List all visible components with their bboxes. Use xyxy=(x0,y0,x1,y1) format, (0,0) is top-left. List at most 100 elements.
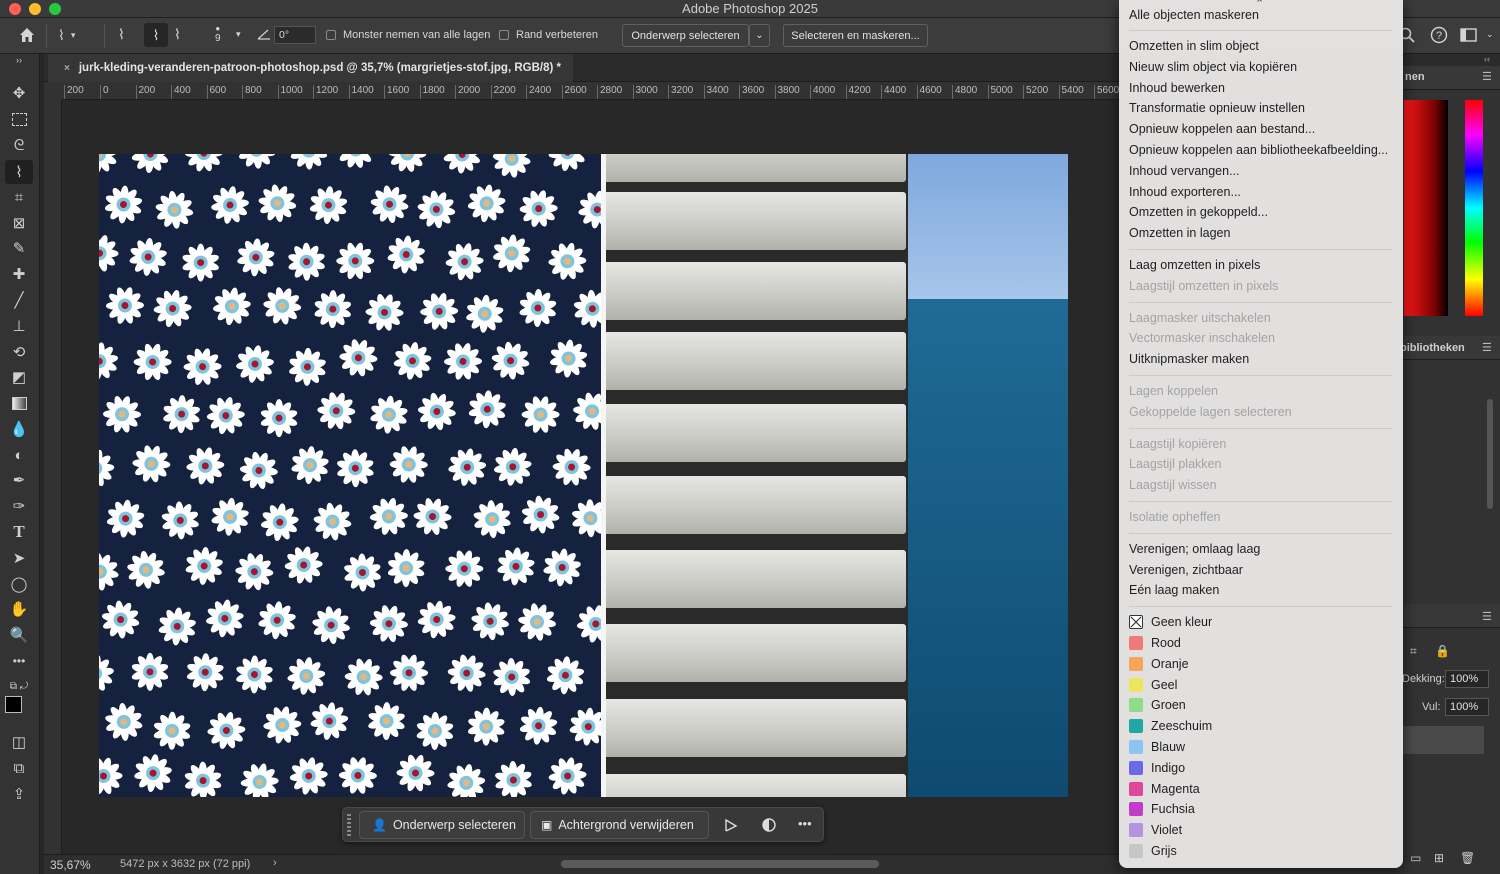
lasso-tool-icon[interactable]: ᘓ xyxy=(9,135,29,155)
color-label-item[interactable]: Violet xyxy=(1119,820,1403,840)
menu-item[interactable]: Opnieuw koppelen aan bestand... xyxy=(1129,119,1315,139)
add-to-selection-icon[interactable]: ⌇ xyxy=(144,23,168,47)
menu-item[interactable]: Transformatie opnieuw instellen xyxy=(1129,98,1305,118)
color-label-item[interactable]: Magenta xyxy=(1119,779,1403,799)
frame-tool-icon[interactable]: ⊠ xyxy=(9,213,29,233)
taskbar-select-subject-button[interactable]: 👤 Onderwerp selecteren xyxy=(359,811,525,839)
more-options-icon[interactable]: ••• xyxy=(798,816,812,831)
menu-item[interactable]: Laagstijl wissen xyxy=(1129,475,1217,495)
lock-all-icon[interactable]: 🔒 xyxy=(1435,644,1450,658)
ellipse-tool-icon[interactable]: ◯ xyxy=(9,574,29,594)
opacity-input[interactable]: 100% xyxy=(1445,670,1489,688)
color-label-item[interactable]: Geel xyxy=(1119,675,1403,695)
foreground-color-swatch[interactable] xyxy=(5,696,22,713)
menu-item[interactable]: Omzetten in gekoppeld... xyxy=(1129,202,1268,222)
home-icon[interactable] xyxy=(18,26,36,44)
select-and-mask-button[interactable]: Selecteren en maskeren... xyxy=(783,24,928,47)
share-icon[interactable]: ⇪ xyxy=(9,784,29,804)
pen-path-tool-icon[interactable]: ✑ xyxy=(9,496,29,516)
menu-item[interactable]: Verenigen, zichtbaar xyxy=(1129,560,1243,580)
collapse-toolbar-icon[interactable]: ›› xyxy=(9,55,29,65)
workspace-icon[interactable] xyxy=(1460,27,1478,43)
menu-scroll-up-icon[interactable]: ⌃ xyxy=(1255,0,1264,10)
zoom-level[interactable]: 35,67% xyxy=(50,858,91,872)
menu-item[interactable]: Inhoud vervangen... xyxy=(1129,161,1240,181)
color-label-item[interactable]: Grijs xyxy=(1119,841,1403,861)
horizontal-ruler[interactable]: 200 0 200 400 600 800 1000 1200 1400 1600 1800 2000… xyxy=(62,82,1120,100)
document-canvas[interactable] xyxy=(99,154,1068,797)
menu-item[interactable]: Gekoppelde lagen selecteren xyxy=(1129,402,1292,422)
menu-item[interactable]: Omzetten in slim object xyxy=(1129,36,1259,56)
more-tools-icon[interactable]: ••• xyxy=(9,651,29,671)
menu-item[interactable]: Omzetten in lagen xyxy=(1129,223,1230,243)
clone-stamp-tool-icon[interactable]: ⊥ xyxy=(9,316,29,336)
marquee-tool-icon[interactable] xyxy=(9,109,29,129)
taskbar-drag-handle[interactable] xyxy=(347,814,351,836)
menu-item[interactable]: Inhoud bewerken xyxy=(1129,78,1225,98)
brush-dropdown-chevron-icon[interactable]: ▾ xyxy=(236,29,241,40)
angle-input[interactable]: 0° xyxy=(274,26,316,44)
menu-item[interactable]: Laagstijl plakken xyxy=(1129,454,1221,474)
color-field[interactable] xyxy=(1404,100,1448,316)
crop-tool-icon[interactable]: ⌗ xyxy=(9,187,29,207)
quick-selection-preset-icon[interactable]: ⌇ ▾ xyxy=(58,27,75,44)
color-label-item[interactable]: Rood xyxy=(1119,633,1403,653)
adjustment-icon[interactable] xyxy=(761,817,777,838)
brush-size-picker[interactable]: ● 9 xyxy=(215,24,221,44)
panel-menu-icon[interactable]: ☰ xyxy=(1482,70,1492,83)
menu-item[interactable]: Uitknipmasker maken xyxy=(1129,349,1249,369)
menu-item[interactable]: Vectormasker inschakelen xyxy=(1129,328,1275,348)
healing-brush-tool-icon[interactable]: ✚ xyxy=(9,264,29,284)
screen-mode-icon[interactable]: ⧉ xyxy=(9,758,29,778)
hand-tool-icon[interactable]: ✋ xyxy=(9,599,29,619)
brush-tool-icon[interactable]: ╱ xyxy=(9,290,29,310)
blur-tool-icon[interactable]: 💧 xyxy=(9,419,29,439)
remove-background-button[interactable]: ▣ Achtergrond verwijderen xyxy=(530,811,709,839)
libraries-panel-title-fragment[interactable]: bibliotheken xyxy=(1400,342,1465,354)
select-subject-button[interactable]: Onderwerp selecteren xyxy=(622,24,749,47)
quick-selection-tool-icon[interactable]: ⌇ xyxy=(5,160,33,184)
menu-item[interactable]: Eén laag maken xyxy=(1129,580,1219,600)
menu-item[interactable]: Laagmasker uitschakelen xyxy=(1129,308,1271,328)
subtract-from-selection-icon[interactable]: ⌇ xyxy=(174,26,181,43)
dodge-tool-icon[interactable]: ◐ xyxy=(9,445,29,465)
pen-tool-icon[interactable]: ✒ xyxy=(9,470,29,490)
color-label-item[interactable]: Groen xyxy=(1119,695,1403,715)
quick-mask-icon[interactable]: ◫ xyxy=(9,732,29,752)
status-chevron-icon[interactable]: › xyxy=(273,857,277,869)
trash-icon[interactable]: 🗑 xyxy=(1460,851,1475,865)
color-label-item[interactable]: Geen kleur xyxy=(1119,612,1403,632)
menu-item[interactable]: Laagstijl kopiëren xyxy=(1129,434,1226,454)
document-tab[interactable]: × jurk-kleding-veranderen-patroon-photos… xyxy=(48,54,573,82)
fill-input[interactable]: 100% xyxy=(1445,698,1489,716)
tab-close-icon[interactable]: × xyxy=(64,63,70,74)
gradient-tool-icon[interactable] xyxy=(9,393,29,413)
color-label-item[interactable]: Indigo xyxy=(1119,758,1403,778)
menu-item[interactable]: Nieuw slim object via kopiëren xyxy=(1129,57,1297,77)
menu-item[interactable]: Laag omzetten in pixels xyxy=(1129,255,1260,275)
menu-item[interactable]: Opnieuw koppelen aan bibliotheekafbeeldi… xyxy=(1129,140,1388,160)
panel-scrollbar[interactable] xyxy=(1487,399,1493,509)
eraser-tool-icon[interactable]: ◩ xyxy=(9,367,29,387)
eyedropper-tool-icon[interactable]: ✎ xyxy=(9,238,29,258)
menu-item[interactable]: Inhoud exporteren... xyxy=(1129,182,1241,202)
new-layer-icon[interactable]: ⊞ xyxy=(1434,851,1444,865)
zoom-tool-icon[interactable]: 🔍 xyxy=(9,625,29,645)
layer-row-selected[interactable] xyxy=(1400,726,1484,754)
horizontal-scrollbar[interactable] xyxy=(561,860,879,868)
color-label-item[interactable]: Fuchsia xyxy=(1119,799,1403,819)
menu-item[interactable]: Laagstijl omzetten in pixels xyxy=(1129,276,1278,296)
color-panel-title-fragment[interactable]: nen xyxy=(1405,71,1425,83)
enhance-edge-checkbox[interactable]: Rand verbeteren xyxy=(499,29,598,41)
hue-slider[interactable] xyxy=(1465,100,1483,316)
vertical-ruler[interactable] xyxy=(44,100,62,854)
transform-icon[interactable] xyxy=(723,817,739,838)
default-colors-icon[interactable]: ⧉ ⤾ xyxy=(9,676,29,696)
select-subject-dropdown-chevron-icon[interactable]: ⌄ xyxy=(749,24,770,47)
libraries-menu-icon[interactable]: ☰ xyxy=(1482,341,1492,354)
color-label-item[interactable]: Oranje xyxy=(1119,654,1403,674)
color-label-item[interactable]: Zeeschuim xyxy=(1119,716,1403,736)
help-icon[interactable]: ? xyxy=(1430,26,1448,44)
color-label-item[interactable]: Blauw xyxy=(1119,737,1403,757)
lock-artboard-icon[interactable]: ⌗ xyxy=(1410,644,1417,659)
